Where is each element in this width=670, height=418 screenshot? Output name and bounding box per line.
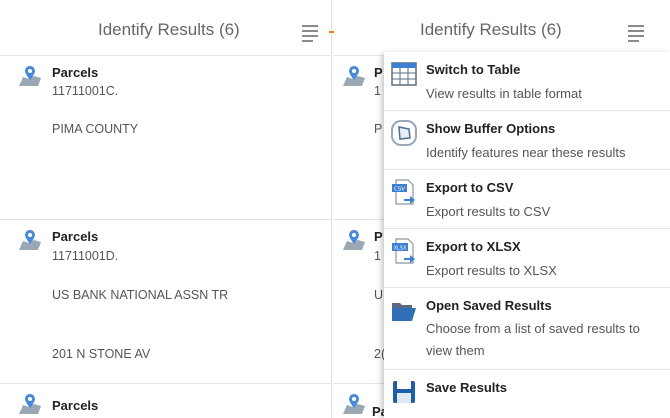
menu-item-title: Save Results [426,380,507,395]
result-parcel-id: 1 [374,249,381,263]
result-owner: PIMA COUNTY [52,122,139,136]
csv-export-icon: CSV [392,179,415,205]
menu-item-switch-to-table[interactable]: Switch to Table View results in table fo… [384,52,670,111]
menu-item-description: View results in table format [426,86,582,101]
panel-header: Identify Results (6) [334,0,670,56]
result-layer-name: Parcels [52,65,99,80]
menu-item-export-to-csv[interactable]: CSV Export to CSV Export results to CSV [384,170,670,229]
menu-item-description: Export results to XLSX [426,263,557,278]
menu-item-export-to-xlsx[interactable]: XLSX Export to XLSX Export results to XL… [384,229,670,288]
menu-item-title: Show Buffer Options [426,121,556,136]
map-pin-icon [343,394,365,414]
menu-item-save-results[interactable]: Save Results [384,370,670,418]
result-item[interactable]: Parcels 11711001C. PIMA COUNTY [0,57,331,220]
panel-title: Identify Results (6) [420,20,562,39]
table-icon [391,62,417,86]
menu-item-title: Export to XLSX [426,239,521,254]
folder-open-icon [392,303,416,321]
menu-item-description: Export results to CSV [426,204,551,219]
menu-item-title: Export to CSV [426,180,514,195]
result-layer-name: Parcels [52,398,99,413]
result-owner: US BANK NATIONAL ASSN TR [52,288,229,302]
menu-icon[interactable] [628,25,644,45]
buffer-icon [391,120,417,146]
result-layer-name: P [374,65,383,80]
result-owner: P [374,122,383,136]
map-pin-icon [343,230,365,250]
menu-icon[interactable] [302,25,318,45]
results-options-menu: Switch to Table View results in table fo… [384,52,670,418]
result-layer-name: P [374,229,383,244]
map-pin-icon [19,230,41,250]
map-pin-icon [19,394,41,414]
result-owner: U [374,288,384,302]
identify-results-panel-before: Identify Results (6) Parcels 11711001C. … [0,0,332,418]
result-parcel-id: 11711001D. [52,249,119,263]
result-parcel-id: 11711001C. [52,84,119,98]
csv-icon-label: CSV [394,187,405,193]
result-layer-name: Parcels [52,229,99,244]
result-parcel-id: 1 [374,84,381,98]
map-pin-icon [343,66,365,86]
menu-item-title: Switch to Table [426,62,521,77]
map-pin-icon [19,66,41,86]
result-item[interactable]: Parcels 11711001D. US BANK NATIONAL ASSN… [0,221,331,384]
menu-item-description: Identify features near these results [426,145,626,160]
result-item[interactable]: Parcels [0,385,331,418]
xlsx-icon-label: XLSX [394,246,407,252]
save-icon [393,381,415,403]
menu-item-show-buffer-options[interactable]: Show Buffer Options Identify features ne… [384,111,670,170]
panel-title: Identify Results (6) [98,20,240,39]
menu-item-open-saved-results[interactable]: Open Saved Results Choose from a list of… [384,288,670,370]
menu-item-title: Open Saved Results [426,298,552,313]
panel-header: Identify Results (6) [0,0,331,56]
menu-item-description: Choose from a list of saved results to v… [426,321,640,358]
result-address: 201 N STONE AV [52,347,151,361]
xlsx-export-icon: XLSX [392,238,415,264]
